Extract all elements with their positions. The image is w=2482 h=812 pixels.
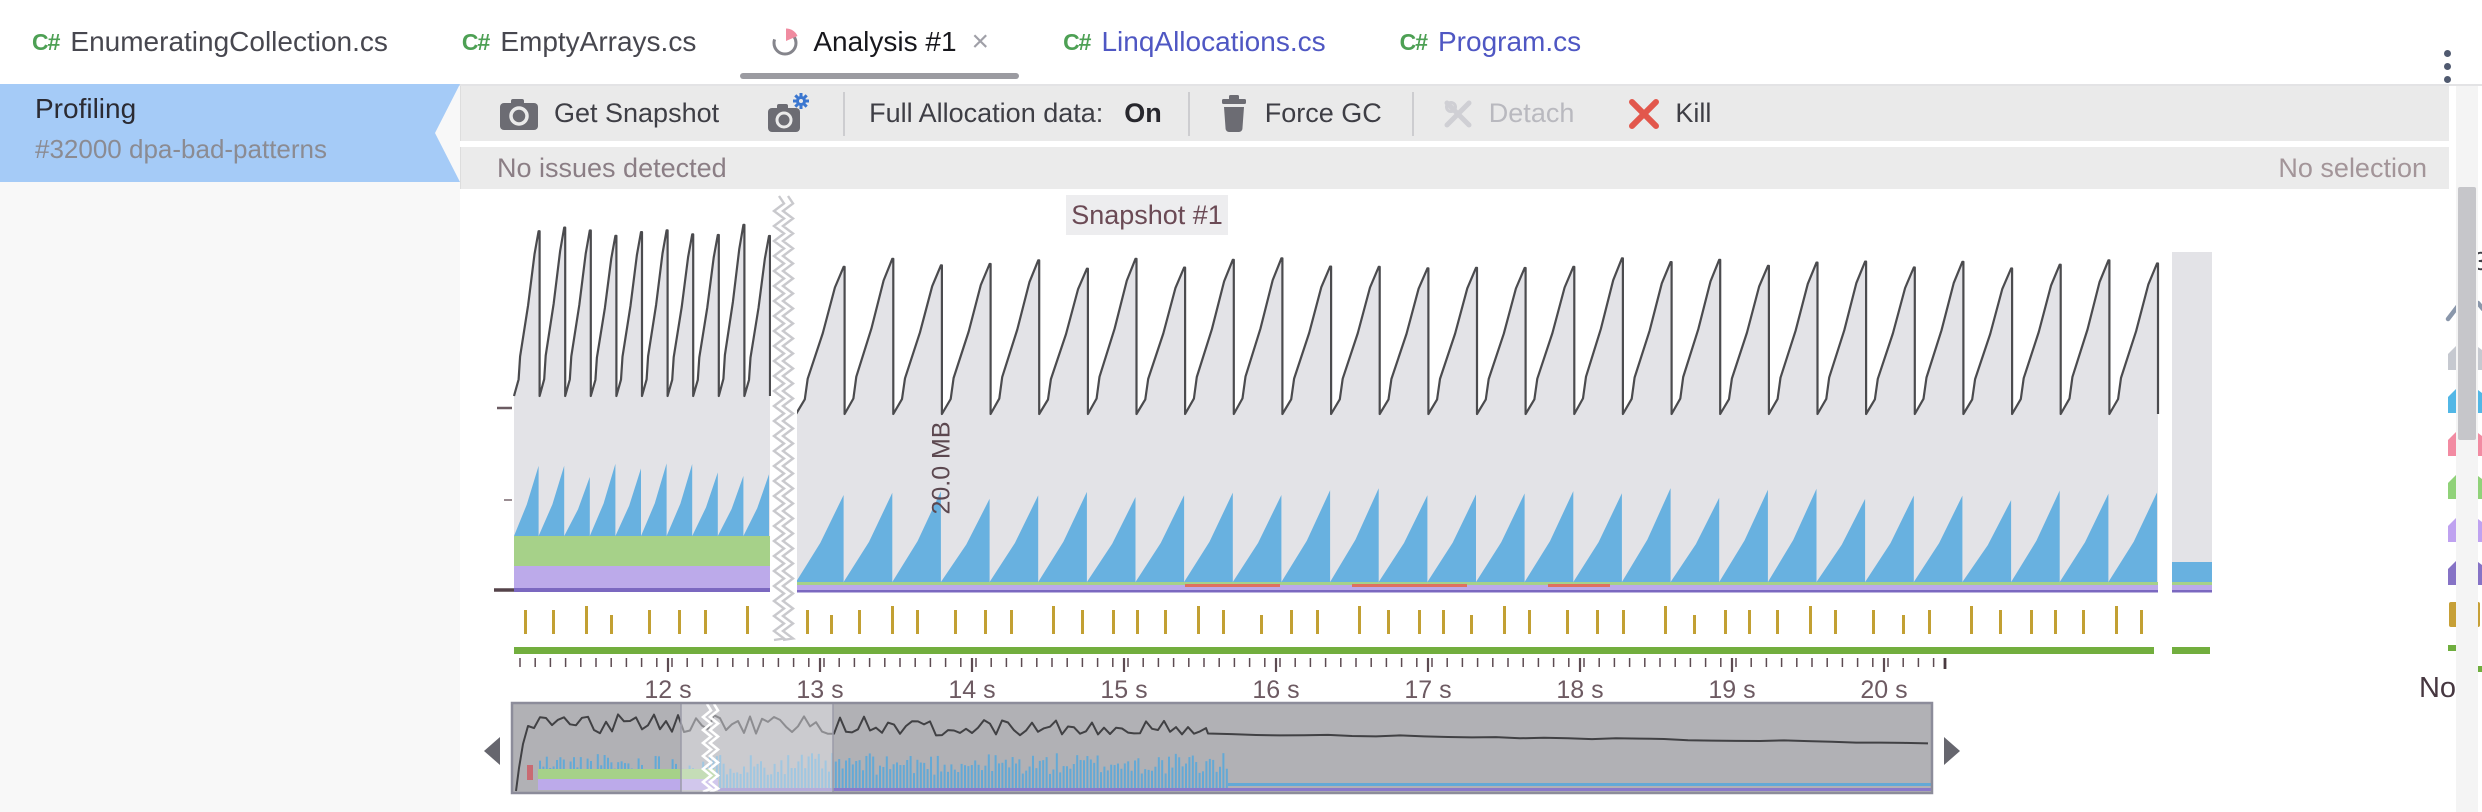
snapshot-settings-button[interactable] [765,92,813,136]
kill-label: Kill [1675,98,1711,129]
full-allocation-state: On [1124,98,1162,129]
toolbar-separator [1188,92,1190,136]
tab-label: EnumeratingCollection.cs [70,26,388,58]
full-allocation-label: Full Allocation data: [869,98,1103,129]
tab-label: LinqAllocations.cs [1101,26,1325,58]
x-tick-label: 15 s [1084,676,1164,705]
x-tick-label: 16 s [1236,676,1316,705]
kill-x-icon [1626,96,1662,132]
csharp-file-icon: C# [32,29,59,56]
x-tick-label: 18 s [1540,676,1620,705]
tab-emptyarrays[interactable]: C# EmptyArrays.cs [436,0,722,84]
profiler-toolbar: Get Snapshot [460,86,2449,141]
time-ruler [520,658,1945,672]
tab-label: Analysis #1 [813,26,956,58]
close-icon[interactable]: × [972,27,990,57]
csharp-file-icon: C# [1400,29,1427,56]
scrollbar-thumb[interactable] [2458,187,2476,440]
sidebar-session-item[interactable]: Profiling #32000 dpa-bad-patterns [0,84,460,182]
force-gc-label: Force GC [1265,98,1382,129]
get-snapshot-label: Get Snapshot [554,98,719,129]
overview-strip[interactable] [512,703,1932,793]
scroll-right-arrow[interactable] [1944,737,1960,765]
issues-message: No issues detected [497,153,727,184]
x-tick-label: 17 s [1388,676,1468,705]
profiler-window: C# EnumeratingCollection.cs C# EmptyArra… [0,0,2482,812]
gc-time-ticks [524,606,2143,634]
snapshot-wavy-line [771,196,797,642]
x-tick-label: 19 s [1692,676,1772,705]
tab-program[interactable]: C# Program.cs [1374,0,1608,84]
y-axis-gridline-label: 20.0 MB [928,421,957,514]
x-tick-label: 20 s [1844,676,1924,705]
y-axis [494,408,514,590]
toolbar-separator [1412,92,1414,136]
x-tick-label: 13 s [780,676,860,705]
tab-linqallocations[interactable]: C# LinqAllocations.cs [1037,0,1352,84]
session-title: Profiling [35,93,136,125]
snapshot-marker-label[interactable]: Snapshot #1 [1066,195,1228,235]
series-post-snapshot [796,258,2158,592]
full-allocation-toggle[interactable]: Full Allocation data: On [869,98,1162,129]
camera-gear-icon [765,92,813,136]
kill-button[interactable]: Kill [1626,96,1711,132]
camera-icon [497,94,541,134]
x-tick-label: 12 s [628,676,708,705]
series-pre-snapshot [514,225,770,592]
allocation-data-bar [514,647,2210,654]
session-subtitle: #32000 dpa-bad-patterns [35,134,327,165]
selection-status: No selection [2278,153,2427,184]
profiling-sidebar: Profiling #32000 dpa-bad-patterns [0,86,460,812]
force-gc-button[interactable]: Force GC [1216,94,1382,134]
detach-icon [1440,96,1476,132]
tab-label: EmptyArrays.cs [500,26,696,58]
csharp-file-icon: C# [462,29,489,56]
scroll-left-arrow[interactable] [484,737,500,765]
editor-tab-bar: C# EnumeratingCollection.cs C# EmptyArra… [0,0,2482,86]
issues-status-bar: No issues detected No selection [460,147,2449,189]
kebab-menu-icon[interactable] [2444,50,2454,83]
tab-label: Program.cs [1438,26,1581,58]
trash-icon [1216,94,1252,134]
tab-enumeratingcollection[interactable]: C# EnumeratingCollection.cs [6,0,414,84]
csharp-file-icon: C# [1063,29,1090,56]
profiler-session-icon [770,26,802,58]
memory-timeline-chart[interactable] [460,190,2460,812]
now-column [2172,252,2212,593]
tab-analysis-1[interactable]: Analysis #1 × [744,0,1015,84]
toolbar-separator [843,92,845,136]
x-tick-label: 14 s [932,676,1012,705]
get-snapshot-button[interactable]: Get Snapshot [497,94,719,134]
vertical-scrollbar [2456,86,2478,812]
detach-button[interactable]: Detach [1440,96,1575,132]
detach-label: Detach [1489,98,1575,129]
